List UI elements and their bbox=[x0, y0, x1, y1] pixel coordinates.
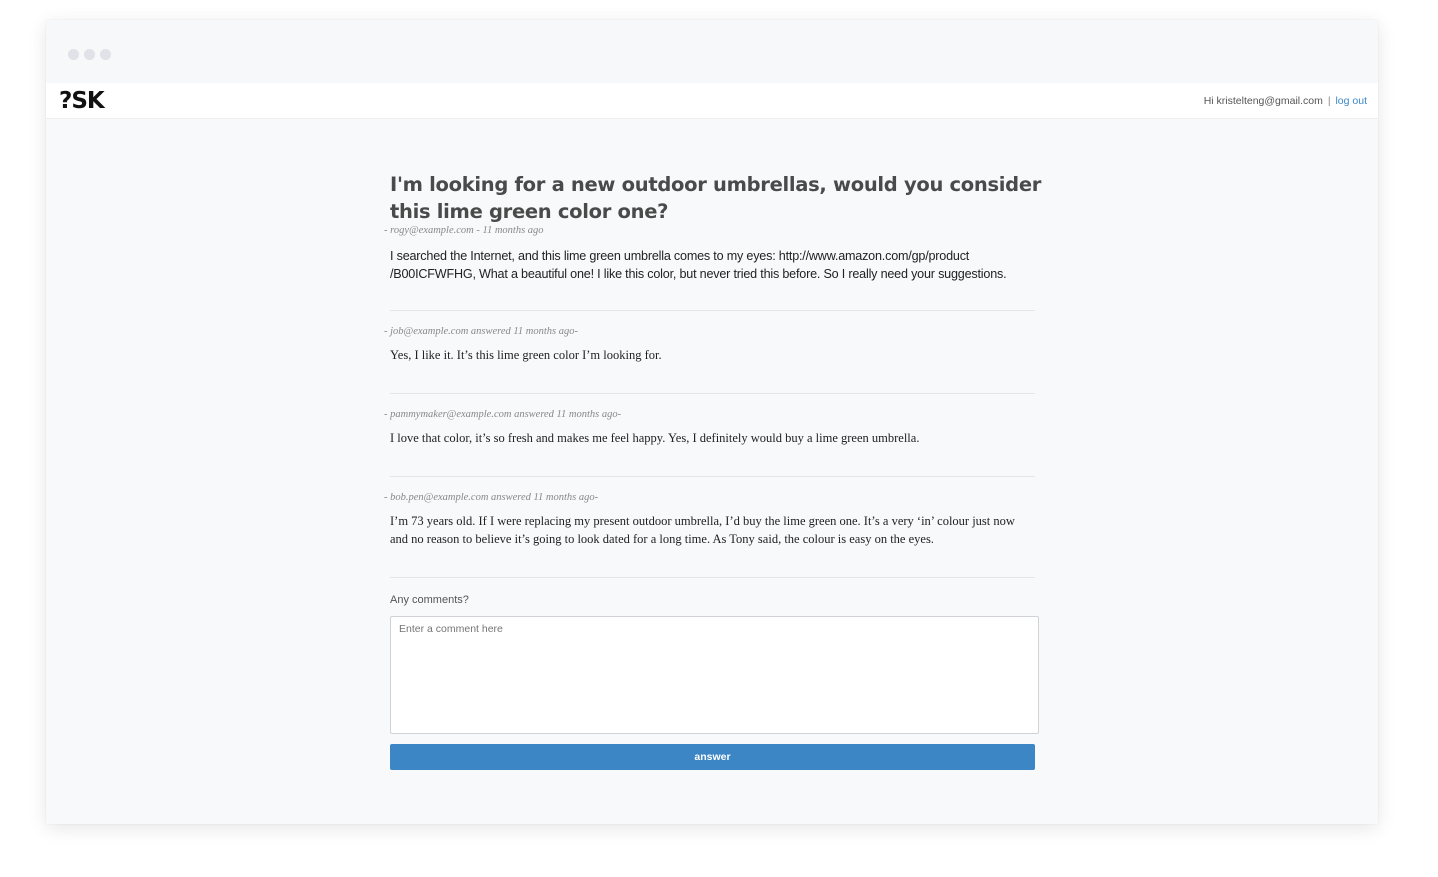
comment-label: Any comments? bbox=[390, 594, 469, 606]
window-controls bbox=[68, 49, 111, 60]
divider bbox=[390, 476, 1035, 477]
divider bbox=[390, 577, 1035, 578]
answer-text-line: I’m 73 years old. If I were replacing my… bbox=[390, 514, 1015, 528]
app-logo[interactable]: ?SK bbox=[59, 88, 105, 114]
maximize-dot-icon[interactable] bbox=[100, 49, 111, 60]
close-dot-icon[interactable] bbox=[68, 49, 79, 60]
answer-meta: - bob.pen@example.com answered 11 months… bbox=[384, 492, 599, 503]
question-title: I'm looking for a new outdoor umbrellas,… bbox=[390, 173, 1042, 223]
answer-text-line: and no reason to believe it’s going to l… bbox=[390, 532, 934, 546]
logout-link[interactable]: log out bbox=[1335, 95, 1367, 107]
minimize-dot-icon[interactable] bbox=[84, 49, 95, 60]
top-navbar: ?SK Hi kristelteng@gmail.com | log out bbox=[46, 83, 1378, 119]
question-page: I'm looking for a new outdoor umbrellas,… bbox=[384, 167, 1041, 807]
user-bar: Hi kristelteng@gmail.com | log out bbox=[1204, 95, 1367, 107]
browser-window: ?SK Hi kristelteng@gmail.com | log out I… bbox=[46, 20, 1378, 824]
question-body-line: I searched the Internet, and this lime g… bbox=[390, 249, 970, 263]
answer-text: I love that color, it’s so fresh and mak… bbox=[390, 431, 920, 445]
answer-text: I’m 73 years old. If I were replacing my… bbox=[390, 512, 1050, 548]
divider bbox=[390, 393, 1035, 394]
answer-meta: - job@example.com answered 11 months ago… bbox=[384, 326, 578, 337]
answer-meta: - pammymaker@example.com answered 11 mon… bbox=[384, 409, 622, 420]
answer-text: Yes, I like it. It’s this lime green col… bbox=[390, 348, 662, 362]
user-greeting: Hi kristelteng@gmail.com bbox=[1203, 95, 1323, 107]
comment-input[interactable] bbox=[390, 616, 1039, 734]
answer-button[interactable]: answer bbox=[390, 744, 1035, 770]
window-titlebar bbox=[46, 20, 1378, 83]
divider bbox=[390, 310, 1035, 311]
question-body-line: /B00ICFWFHG, What a beautiful one! I lik… bbox=[390, 267, 1007, 281]
user-bar-separator: | bbox=[1327, 95, 1331, 107]
question-body: I searched the Internet, and this lime g… bbox=[390, 247, 1050, 283]
question-meta: - rogy@example.com - 11 months ago bbox=[384, 225, 544, 236]
